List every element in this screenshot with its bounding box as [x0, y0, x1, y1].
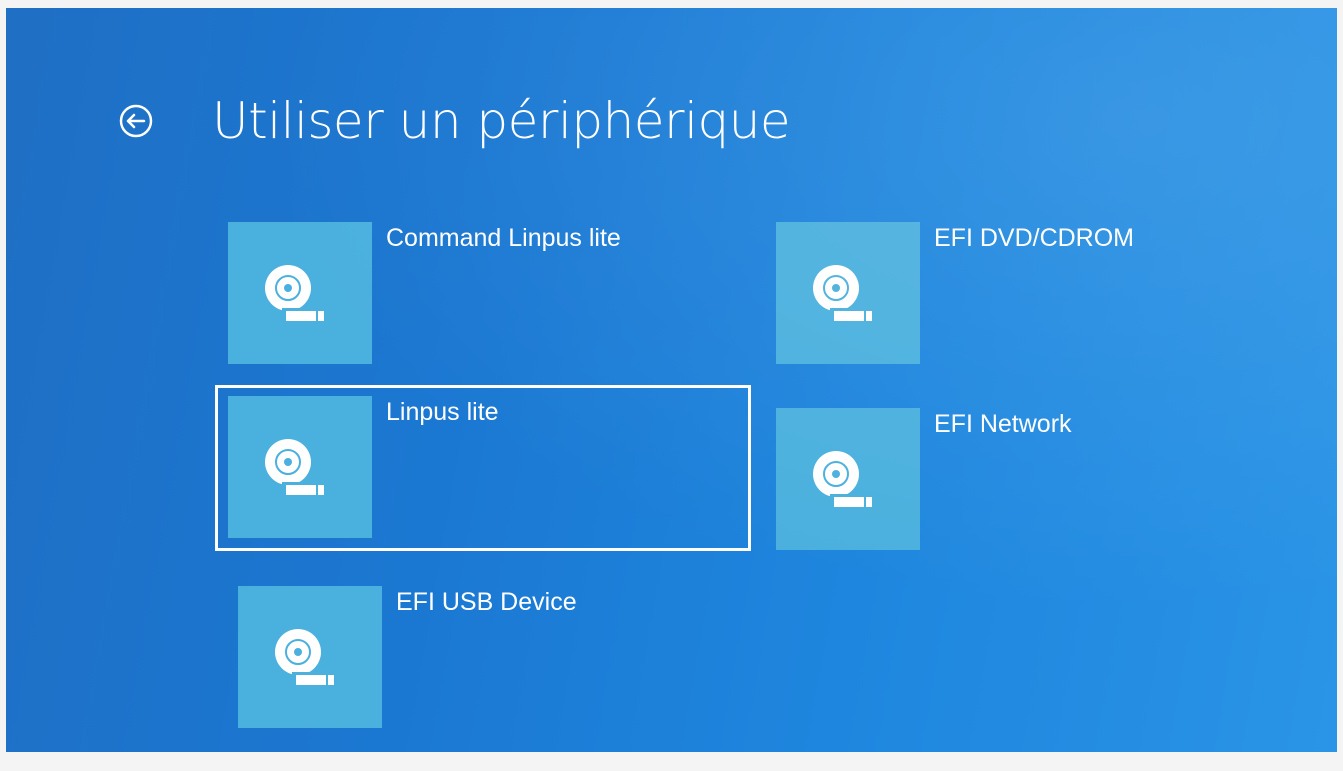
disc-drive-icon [265, 439, 326, 498]
page-title: Utiliser un périphérique [212, 92, 791, 150]
back-arrow-circle-icon [119, 104, 153, 138]
device-label: Command Linpus lite [386, 224, 621, 252]
device-tile-efi-dvd-cdrom[interactable]: EFI DVD/CDROM [766, 214, 1306, 374]
disc-drive-icon [275, 629, 336, 688]
device-label: EFI USB Device [396, 588, 577, 616]
device-tile-icon-box [228, 396, 372, 538]
device-tile-icon-box [776, 408, 920, 550]
disc-drive-icon [265, 265, 326, 324]
device-tile-icon-box [238, 586, 382, 728]
device-tile-efi-usb-device[interactable]: EFI USB Device [228, 578, 758, 738]
recovery-screen: Utiliser un périphérique Command Linpus … [6, 8, 1337, 752]
device-tile-command-linpus-lite[interactable]: Command Linpus lite [218, 214, 748, 374]
back-button[interactable] [116, 101, 156, 141]
disc-drive-icon [813, 451, 874, 510]
device-label: EFI Network [934, 410, 1072, 438]
device-tile-icon-box [776, 222, 920, 364]
disc-drive-icon [813, 265, 874, 324]
device-tile-icon-box [228, 222, 372, 364]
device-label: Linpus lite [386, 398, 499, 426]
device-tile-linpus-lite[interactable]: Linpus lite [215, 385, 751, 551]
device-label: EFI DVD/CDROM [934, 224, 1134, 252]
device-tile-efi-network[interactable]: EFI Network [766, 400, 1306, 560]
page-header: Utiliser un périphérique [116, 86, 791, 156]
